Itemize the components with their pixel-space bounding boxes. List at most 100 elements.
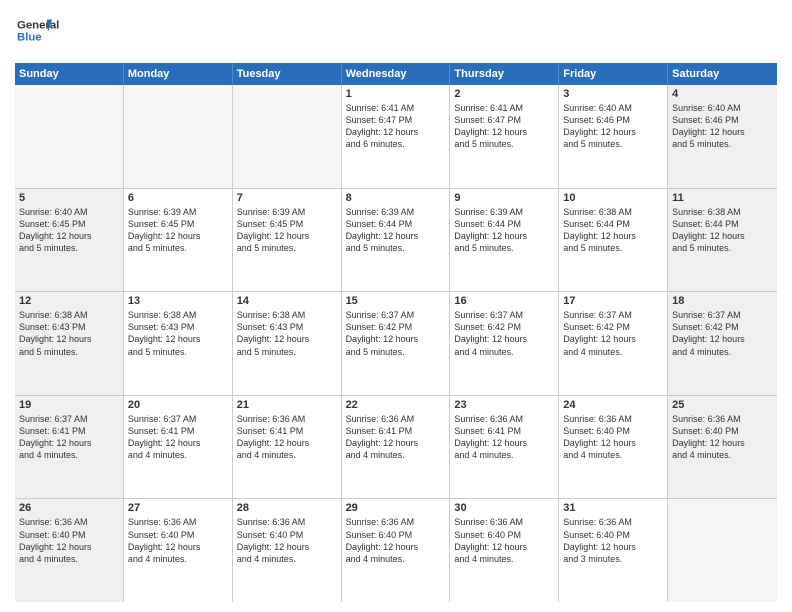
cell-info: Sunrise: 6:39 AM Sunset: 6:45 PM Dayligh… [128, 206, 228, 255]
day-number: 12 [19, 295, 119, 307]
cell-info: Sunrise: 6:38 AM Sunset: 6:43 PM Dayligh… [128, 309, 228, 358]
day-number: 9 [454, 192, 554, 204]
calendar-cell: 3Sunrise: 6:40 AM Sunset: 6:46 PM Daylig… [559, 85, 668, 188]
calendar-body: 1 Sunrise: 6:41 AM Sunset: 6:47 PM Daylig… [15, 85, 777, 602]
day-number: 26 [19, 502, 119, 514]
calendar-cell: 1 Sunrise: 6:41 AM Sunset: 6:47 PM Daylig… [342, 85, 451, 188]
cell-info: Sunrise: 6:38 AM Sunset: 6:44 PM Dayligh… [563, 206, 663, 255]
calendar-cell: 18 Sunrise: 6:37 AM Sunset: 6:42 PM Dayli… [668, 292, 777, 395]
calendar-cell: 19 Sunrise: 6:37 AM Sunset: 6:41 PM Dayli… [15, 396, 124, 499]
week-row-5: 26 Sunrise: 6:36 AM Sunset: 6:40 PM Dayli… [15, 499, 777, 602]
day-number: 31 [563, 502, 663, 514]
calendar-cell: 26 Sunrise: 6:36 AM Sunset: 6:40 PM Dayli… [15, 499, 124, 602]
calendar-cell: 23 Sunrise: 6:36 AM Sunset: 6:41 PM Dayli… [450, 396, 559, 499]
cell-info: Sunrise: 6:37 AM Sunset: 6:42 PM Dayligh… [454, 309, 554, 358]
day-number: 4 [672, 88, 773, 100]
cell-info: Sunrise: 6:39 AM Sunset: 6:44 PM Dayligh… [346, 206, 446, 255]
header-day-tuesday: Tuesday [233, 63, 342, 85]
calendar-cell: 21 Sunrise: 6:36 AM Sunset: 6:41 PM Dayli… [233, 396, 342, 499]
day-number: 11 [672, 192, 773, 204]
day-number: 25 [672, 399, 773, 411]
cell-info: Sunrise: 6:36 AM Sunset: 6:40 PM Dayligh… [19, 516, 119, 565]
cell-info: Sunrise: 6:36 AM Sunset: 6:41 PM Dayligh… [237, 413, 337, 462]
calendar-cell: 22Sunrise: 6:36 AM Sunset: 6:41 PM Dayli… [342, 396, 451, 499]
cell-info: Sunrise: 6:36 AM Sunset: 6:40 PM Dayligh… [346, 516, 446, 565]
cell-info: Sunrise: 6:37 AM Sunset: 6:42 PM Dayligh… [563, 309, 663, 358]
week-row-1: 1 Sunrise: 6:41 AM Sunset: 6:47 PM Daylig… [15, 85, 777, 189]
cell-info: Sunrise: 6:37 AM Sunset: 6:42 PM Dayligh… [672, 309, 773, 358]
day-number: 10 [563, 192, 663, 204]
cell-info: Sunrise: 6:38 AM Sunset: 6:43 PM Dayligh… [237, 309, 337, 358]
day-number: 14 [237, 295, 337, 307]
calendar-cell: 29Sunrise: 6:36 AM Sunset: 6:40 PM Dayli… [342, 499, 451, 602]
cell-info: Sunrise: 6:41 AM Sunset: 6:47 PM Dayligh… [346, 102, 446, 151]
calendar-cell: 14 Sunrise: 6:38 AM Sunset: 6:43 PM Dayli… [233, 292, 342, 395]
week-row-2: 5 Sunrise: 6:40 AM Sunset: 6:45 PM Daylig… [15, 189, 777, 293]
day-number: 19 [19, 399, 119, 411]
calendar-header: SundayMondayTuesdayWednesdayThursdayFrid… [15, 63, 777, 85]
calendar-cell: 31 Sunrise: 6:36 AM Sunset: 6:40 PM Dayli… [559, 499, 668, 602]
day-number: 23 [454, 399, 554, 411]
calendar-cell: 7 Sunrise: 6:39 AM Sunset: 6:45 PM Daylig… [233, 189, 342, 292]
day-number: 7 [237, 192, 337, 204]
cell-info: Sunrise: 6:39 AM Sunset: 6:45 PM Dayligh… [237, 206, 337, 255]
calendar-cell: 28 Sunrise: 6:36 AM Sunset: 6:40 PM Dayli… [233, 499, 342, 602]
cell-info: Sunrise: 6:37 AM Sunset: 6:41 PM Dayligh… [19, 413, 119, 462]
calendar-cell: 8 Sunrise: 6:39 AM Sunset: 6:44 PM Daylig… [342, 189, 451, 292]
day-number: 13 [128, 295, 228, 307]
week-row-3: 12 Sunrise: 6:38 AM Sunset: 6:43 PM Dayli… [15, 292, 777, 396]
header-day-wednesday: Wednesday [342, 63, 451, 85]
day-number: 20 [128, 399, 228, 411]
header-day-sunday: Sunday [15, 63, 124, 85]
day-number: 24 [563, 399, 663, 411]
logo: General Blue [15, 10, 87, 55]
calendar-cell: 4 Sunrise: 6:40 AM Sunset: 6:46 PM Daylig… [668, 85, 777, 188]
svg-text:Blue: Blue [17, 32, 42, 44]
cell-info: Sunrise: 6:38 AM Sunset: 6:44 PM Dayligh… [672, 206, 773, 255]
day-number: 5 [19, 192, 119, 204]
cell-info: Sunrise: 6:41 AM Sunset: 6:47 PM Dayligh… [454, 102, 554, 151]
calendar-cell: 15Sunrise: 6:37 AM Sunset: 6:42 PM Dayli… [342, 292, 451, 395]
calendar-cell: 25Sunrise: 6:36 AM Sunset: 6:40 PM Dayli… [668, 396, 777, 499]
calendar-cell: 10 Sunrise: 6:38 AM Sunset: 6:44 PM Dayli… [559, 189, 668, 292]
day-number: 16 [454, 295, 554, 307]
cell-info: Sunrise: 6:40 AM Sunset: 6:46 PM Dayligh… [563, 102, 663, 151]
week-row-4: 19 Sunrise: 6:37 AM Sunset: 6:41 PM Dayli… [15, 396, 777, 500]
day-number: 2 [454, 88, 554, 100]
cell-info: Sunrise: 6:40 AM Sunset: 6:46 PM Dayligh… [672, 102, 773, 151]
day-number: 1 [346, 88, 446, 100]
calendar-cell: 9Sunrise: 6:39 AM Sunset: 6:44 PM Daylig… [450, 189, 559, 292]
day-number: 27 [128, 502, 228, 514]
header: General Blue [15, 10, 777, 55]
cell-info: Sunrise: 6:36 AM Sunset: 6:40 PM Dayligh… [454, 516, 554, 565]
calendar: SundayMondayTuesdayWednesdayThursdayFrid… [15, 63, 777, 602]
calendar-cell: 2 Sunrise: 6:41 AM Sunset: 6:47 PM Daylig… [450, 85, 559, 188]
page: General Blue SundayMondayTuesdayWednesda… [0, 0, 792, 612]
calendar-cell: 12Sunrise: 6:38 AM Sunset: 6:43 PM Dayli… [15, 292, 124, 395]
calendar-cell: 6 Sunrise: 6:39 AM Sunset: 6:45 PM Daylig… [124, 189, 233, 292]
cell-info: Sunrise: 6:36 AM Sunset: 6:41 PM Dayligh… [454, 413, 554, 462]
svg-text:General: General [17, 19, 59, 31]
cell-info: Sunrise: 6:36 AM Sunset: 6:40 PM Dayligh… [563, 516, 663, 565]
day-number: 21 [237, 399, 337, 411]
cell-info: Sunrise: 6:36 AM Sunset: 6:40 PM Dayligh… [128, 516, 228, 565]
calendar-cell: 17 Sunrise: 6:37 AM Sunset: 6:42 PM Dayli… [559, 292, 668, 395]
calendar-cell: 13 Sunrise: 6:38 AM Sunset: 6:43 PM Dayli… [124, 292, 233, 395]
calendar-cell: 24Sunrise: 6:36 AM Sunset: 6:40 PM Dayli… [559, 396, 668, 499]
header-day-monday: Monday [124, 63, 233, 85]
logo-icon: General Blue [17, 10, 87, 50]
cell-info: Sunrise: 6:37 AM Sunset: 6:41 PM Dayligh… [128, 413, 228, 462]
day-number: 17 [563, 295, 663, 307]
calendar-cell: 16 Sunrise: 6:37 AM Sunset: 6:42 PM Dayli… [450, 292, 559, 395]
logo-text: General Blue [15, 10, 87, 55]
day-number: 8 [346, 192, 446, 204]
day-number: 28 [237, 502, 337, 514]
calendar-cell [124, 85, 233, 188]
day-number: 6 [128, 192, 228, 204]
calendar-cell: 20 Sunrise: 6:37 AM Sunset: 6:41 PM Dayli… [124, 396, 233, 499]
day-number: 15 [346, 295, 446, 307]
cell-info: Sunrise: 6:40 AM Sunset: 6:45 PM Dayligh… [19, 206, 119, 255]
header-day-saturday: Saturday [668, 63, 777, 85]
cell-info: Sunrise: 6:36 AM Sunset: 6:40 PM Dayligh… [237, 516, 337, 565]
day-number: 18 [672, 295, 773, 307]
